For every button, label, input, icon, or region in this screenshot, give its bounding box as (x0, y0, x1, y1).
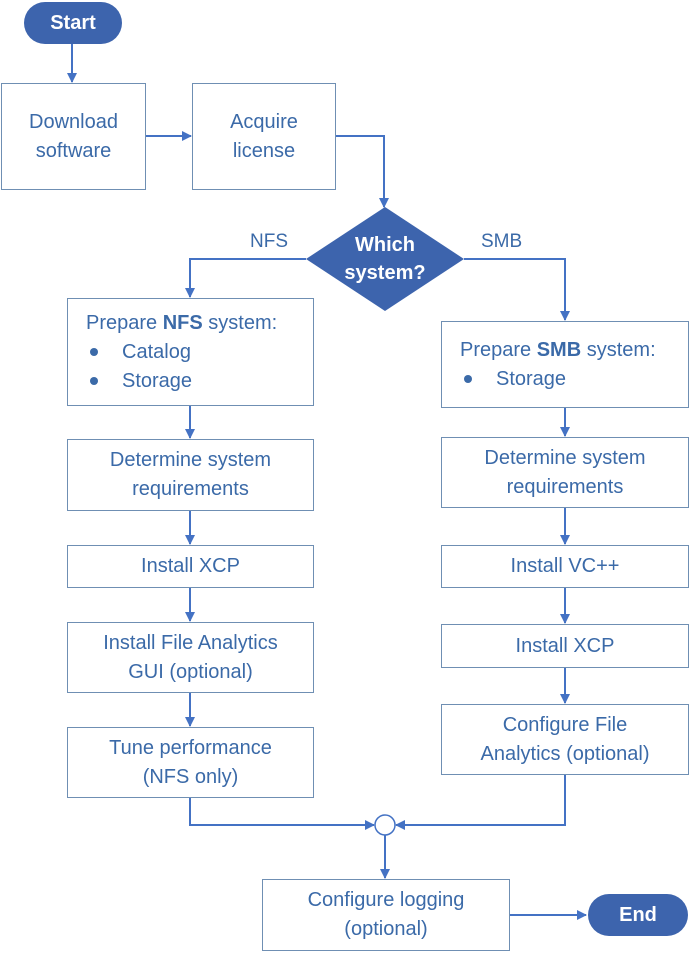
step-text: Install VC++ (510, 555, 620, 577)
step-text: Analytics (optional) (480, 742, 650, 765)
step-text: Configure logging (307, 889, 465, 911)
nfs-step-requirements: Determine system requirements (67, 439, 314, 511)
download-software-step: Download software (1, 83, 146, 190)
arrow-acquire-decision (336, 135, 389, 208)
arrow-smb-merge (395, 775, 566, 830)
smb-step-requirements: Determine system requirements (441, 437, 689, 508)
step-text: Install File Analytics (103, 631, 278, 654)
smb-step-install-vcpp: Install VC++ (441, 545, 689, 588)
merge-connector (374, 814, 396, 836)
bullet-icon (90, 348, 98, 356)
prepare-suffix: system: (581, 338, 656, 361)
bullet-text: Catalog (122, 340, 191, 363)
step-text: (optional) (344, 918, 428, 940)
bullet-text: Storage (496, 367, 567, 390)
step-text: requirements (506, 475, 624, 498)
step-text: Determine system (484, 446, 646, 469)
acquire-license-step: Acquire license (192, 83, 336, 190)
smb-step-file-analytics: Configure File Analytics (optional) (441, 704, 689, 775)
prepare-prefix: Prepare (460, 338, 537, 361)
step-text: (NFS only) (142, 765, 239, 788)
step-text: license (232, 139, 296, 162)
step-text: Download (29, 110, 118, 133)
bullet-item: Catalog (86, 338, 191, 367)
nfs-step-install-xcp: Install XCP (67, 545, 314, 588)
arrow-decision-smb (464, 258, 570, 321)
end-label: End (619, 903, 657, 926)
step-text: Acquire (230, 110, 298, 133)
step-text: GUI (optional) (128, 660, 253, 683)
prepare-system: NFS (162, 311, 203, 334)
bullet-icon (90, 377, 98, 385)
prepare-prefix: Prepare (86, 311, 163, 334)
decision-line: Which (355, 234, 415, 256)
prepare-smb-step: Prepare SMB system: Storage (441, 321, 689, 408)
start-terminal: Start (24, 2, 122, 44)
arrow-nfs-merge (189, 798, 375, 830)
branch-label-smb: SMB (481, 231, 523, 252)
bullet-icon (464, 375, 472, 383)
decision-line: system? (344, 262, 426, 284)
flowchart: Start Download software Acquire license … (0, 0, 690, 956)
step-text: Install XCP (141, 555, 240, 577)
step-text: requirements (132, 478, 249, 500)
configure-logging-step: Configure logging (optional) (262, 879, 510, 951)
nfs-step-tune: Tune performance (NFS only) (67, 727, 314, 798)
prepare-nfs-step: Prepare NFS system: Catalog Storage (67, 298, 314, 406)
arrow-decision-nfs (185, 258, 306, 298)
step-text: Configure File (502, 713, 628, 736)
bullet-item: Storage (86, 367, 192, 396)
bullet-item: Storage (460, 365, 566, 394)
nfs-step-file-analytics: Install File Analytics GUI (optional) (67, 622, 314, 693)
step-text: Determine system (109, 449, 272, 471)
smb-step-install-xcp: Install XCP (441, 624, 689, 668)
start-label: Start (50, 11, 96, 34)
prepare-system: SMB (536, 338, 582, 361)
bullet-text: Storage (122, 369, 193, 392)
prepare-suffix: system: (202, 311, 278, 334)
step-text: Tune performance (109, 736, 272, 759)
step-text: software (35, 139, 112, 162)
step-text: Install XCP (515, 634, 615, 657)
branch-label-nfs: NFS (250, 231, 288, 252)
end-terminal: End (588, 894, 688, 936)
decision-label: Which system? (335, 231, 435, 287)
